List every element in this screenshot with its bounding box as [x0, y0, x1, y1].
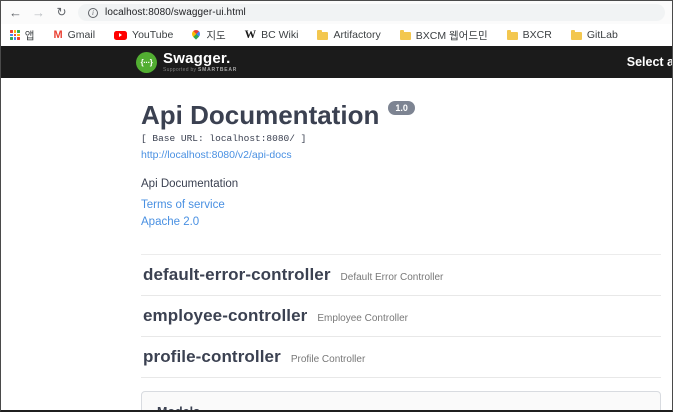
bookmark-bxcm-webadmin[interactable]: BXCM 웹어드민 — [400, 28, 488, 43]
section-default-error-controller[interactable]: default-error-controller Default Error C… — [141, 255, 661, 296]
folder-icon — [400, 32, 411, 40]
page-title: Api Documentation — [141, 100, 379, 130]
bookmark-label: BXCM 웹어드민 — [416, 28, 488, 43]
models-title: Models — [157, 405, 200, 412]
bookmark-label: 지도 — [206, 28, 225, 43]
reload-icon[interactable]: ↻ — [51, 1, 72, 24]
address-bar[interactable]: i localhost:8080/swagger-ui.html — [78, 4, 665, 21]
back-icon[interactable]: ← — [5, 1, 26, 24]
swagger-logo[interactable]: {···} Swagger. Supported by SMARTBEAR — [136, 51, 237, 73]
bookmark-label: GitLab — [587, 29, 618, 41]
bookmark-label: Gmail — [68, 29, 95, 41]
folder-icon — [507, 32, 518, 40]
bookmark-youtube[interactable]: YouTube — [114, 29, 173, 41]
version-badge: 1.0 — [388, 101, 415, 115]
bookmark-label: Artifactory — [333, 29, 380, 41]
section-name: employee-controller — [143, 306, 307, 326]
bookmark-label: YouTube — [132, 29, 173, 41]
api-docs-link[interactable]: http://localhost:8080/v2/api-docs — [141, 149, 292, 161]
swagger-content: Api Documentation 1.0 [ Base URL: localh… — [1, 78, 672, 412]
browser-window: ← → ↻ i localhost:8080/swagger-ui.html 앱… — [0, 0, 673, 412]
models-section[interactable]: Models — [141, 391, 661, 412]
youtube-icon — [114, 31, 127, 40]
apps-grid-icon — [10, 30, 20, 40]
folder-icon — [571, 32, 582, 40]
bookmarks-bar: 앱 M Gmail YouTube 지도 W BC Wiki Artifacto… — [1, 24, 672, 46]
wikipedia-w-icon: W — [245, 29, 257, 41]
forward-icon[interactable]: → — [28, 1, 49, 24]
smartbear-brand: SMARTBEAR — [198, 67, 237, 73]
section-name: default-error-controller — [143, 265, 331, 285]
bookmark-label: 앱 — [25, 28, 35, 43]
section-name: profile-controller — [143, 347, 281, 367]
section-description: Default Error Controller — [341, 272, 444, 283]
api-description: Api Documentation — [141, 178, 661, 190]
bookmark-maps[interactable]: 지도 — [192, 28, 225, 43]
folder-icon — [317, 32, 328, 40]
license-link[interactable]: Apache 2.0 — [141, 216, 661, 228]
bookmark-bxcr[interactable]: BXCR — [507, 29, 552, 41]
bookmark-artifactory[interactable]: Artifactory — [317, 29, 380, 41]
bookmark-apps[interactable]: 앱 — [10, 28, 34, 43]
section-description: Profile Controller — [291, 354, 365, 365]
terms-of-service-link[interactable]: Terms of service — [141, 199, 661, 211]
swagger-logo-text: Swagger. — [163, 51, 237, 66]
bookmark-bc-wiki[interactable]: W BC Wiki — [245, 29, 299, 41]
address-url[interactable]: localhost:8080/swagger-ui.html — [105, 7, 246, 18]
swagger-topbar: {···} Swagger. Supported by SMARTBEAR Se… — [1, 46, 672, 78]
section-description: Employee Controller — [317, 313, 408, 324]
google-maps-icon — [191, 28, 202, 39]
page-info-icon[interactable]: i — [88, 8, 98, 18]
bookmark-gmail[interactable]: M Gmail — [53, 29, 95, 41]
swagger-logo-icon: {···} — [136, 52, 157, 73]
section-profile-controller[interactable]: profile-controller Profile Controller — [141, 337, 661, 378]
controller-sections: default-error-controller Default Error C… — [141, 254, 661, 378]
smartbear-byline: Supported by SMARTBEAR — [163, 68, 237, 73]
spec-select-label: Select a — [627, 55, 672, 69]
bookmark-label: BXCR — [523, 29, 552, 41]
section-employee-controller[interactable]: employee-controller Employee Controller — [141, 296, 661, 337]
gmail-icon: M — [53, 29, 62, 41]
browser-toolbar: ← → ↻ i localhost:8080/swagger-ui.html — [1, 1, 672, 24]
base-url: [ Base URL: localhost:8080/ ] — [141, 133, 661, 144]
bookmark-gitlab[interactable]: GitLab — [571, 29, 618, 41]
bookmark-label: BC Wiki — [261, 29, 298, 41]
